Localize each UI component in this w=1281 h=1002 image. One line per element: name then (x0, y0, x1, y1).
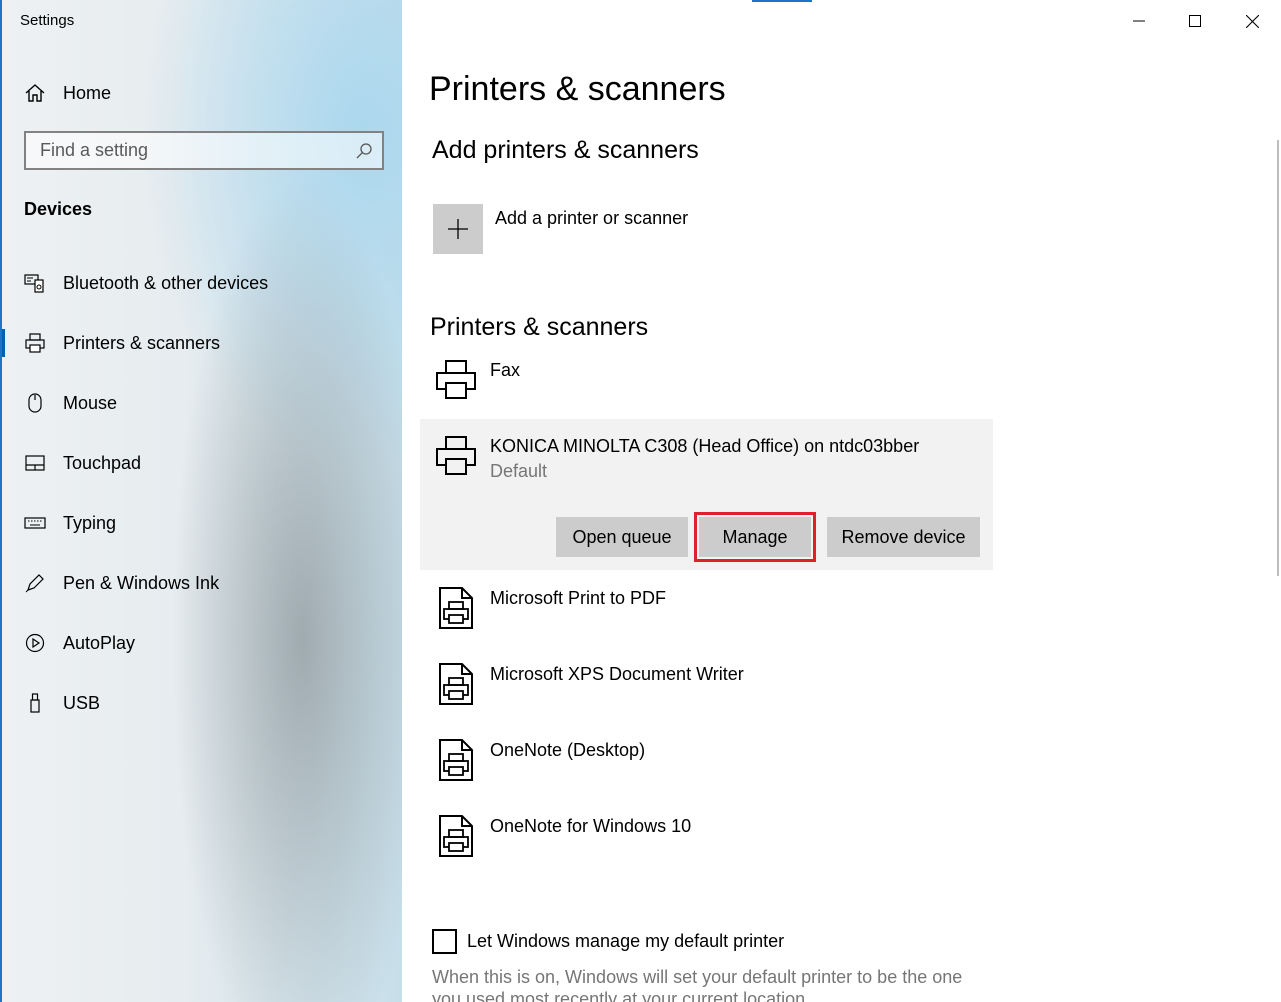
home-label: Home (63, 82, 112, 103)
printer-icon (436, 436, 476, 475)
sidebar-item-label: Printers & scanners (63, 332, 221, 353)
minimize-button[interactable] (1111, 0, 1167, 42)
printer-name: OneNote for Windows 10 (490, 816, 692, 836)
printer-item-onenote-win10[interactable]: OneNote for Windows 10 (420, 806, 993, 878)
sidebar-item-pen[interactable]: Pen & Windows Ink (2, 563, 402, 603)
touchpad-icon (24, 452, 46, 474)
close-icon (1245, 14, 1259, 28)
document-printer-icon (439, 587, 473, 629)
printer-name: Fax (490, 360, 521, 380)
open-queue-button[interactable]: Open queue (556, 517, 688, 557)
sidebar-item-label: Bluetooth & other devices (63, 272, 269, 293)
pen-icon (24, 572, 46, 594)
default-printer-label[interactable]: Let Windows manage my default printer (467, 931, 784, 952)
default-printer-description: When this is on, Windows will set your d… (432, 967, 963, 1002)
sidebar-item-label: AutoPlay (63, 632, 136, 653)
sidebar-item-bluetooth[interactable]: Bluetooth & other devices (2, 263, 402, 303)
section-title: Devices (24, 199, 93, 219)
search-input[interactable] (26, 133, 346, 168)
sidebar-item-label: Typing (63, 512, 117, 533)
scrollbar[interactable] (1277, 140, 1279, 576)
printer-icon (436, 360, 476, 399)
bluetooth-devices-icon (24, 272, 46, 294)
printer-name: Microsoft XPS Document Writer (490, 664, 744, 684)
home-link[interactable]: Home (24, 80, 111, 106)
document-printer-icon (439, 739, 473, 781)
printer-icon (24, 332, 46, 354)
page-title: Printers & scanners (429, 70, 726, 108)
default-printer-checkbox[interactable] (432, 929, 457, 954)
sidebar-item-touchpad[interactable]: Touchpad (2, 443, 402, 483)
printer-name: OneNote (Desktop) (490, 740, 646, 760)
title-bar-accent (752, 0, 812, 2)
document-printer-icon (439, 815, 473, 857)
manage-button[interactable]: Manage (694, 512, 816, 562)
mouse-icon (24, 392, 46, 414)
usb-icon (24, 692, 46, 714)
printer-item-xps-writer[interactable]: Microsoft XPS Document Writer (420, 654, 993, 726)
search-box[interactable] (24, 131, 384, 170)
add-printer-label[interactable]: Add a printer or scanner (495, 208, 688, 229)
sidebar-item-label: Touchpad (63, 452, 142, 473)
plus-icon (448, 219, 468, 239)
autoplay-icon (24, 632, 46, 654)
printers-list-title: Printers & scanners (430, 313, 649, 341)
sidebar-item-printers[interactable]: Printers & scanners (2, 323, 402, 363)
remove-device-button[interactable]: Remove device (827, 517, 980, 557)
app-title: Settings (20, 12, 75, 29)
sidebar-item-label: Pen & Windows Ink (63, 572, 220, 593)
add-section-title: Add printers & scanners (432, 136, 699, 164)
search-icon[interactable] (355, 142, 373, 160)
sidebar-item-label: Mouse (63, 392, 118, 413)
printer-status: Default (490, 461, 548, 481)
sidebar-item-autoplay[interactable]: AutoPlay (2, 623, 402, 663)
maximize-button[interactable] (1167, 0, 1223, 42)
sidebar: Settings Home Devices Bluetooth & other … (0, 0, 402, 1002)
printer-item-fax[interactable]: Fax (420, 352, 993, 414)
sidebar-item-label: USB (63, 692, 101, 713)
close-button[interactable] (1224, 0, 1280, 42)
sidebar-item-mouse[interactable]: Mouse (2, 383, 402, 423)
keyboard-icon (24, 512, 46, 534)
document-printer-icon (439, 663, 473, 705)
printer-item-print-to-pdf[interactable]: Microsoft Print to PDF (420, 578, 993, 650)
sidebar-item-usb[interactable]: USB (2, 683, 402, 723)
main-content: Printers & scanners Add printers & scann… (402, 0, 1281, 1002)
home-icon (25, 84, 45, 102)
add-printer-button[interactable] (433, 204, 483, 254)
printer-name: KONICA MINOLTA C308 (Head Office) on ntd… (490, 436, 920, 456)
printer-name: Microsoft Print to PDF (490, 588, 667, 608)
printer-item-onenote-desktop[interactable]: OneNote (Desktop) (420, 730, 993, 802)
maximize-icon (1189, 15, 1201, 27)
minimize-icon (1133, 20, 1145, 22)
sidebar-item-typing[interactable]: Typing (2, 503, 402, 543)
